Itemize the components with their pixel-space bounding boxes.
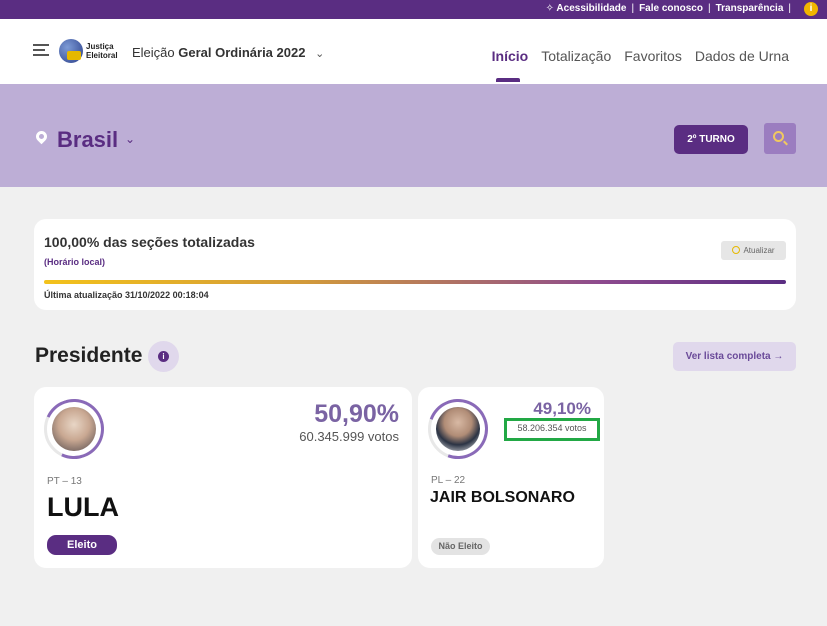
vote-count: 58.206.354 votos [504,418,600,441]
party-number: PL – 22 [431,475,466,486]
status-badge: Eleito [47,535,117,555]
globe-icon [59,39,83,63]
transparency-link[interactable]: Transparência [716,3,784,14]
candidate-photo [418,389,498,469]
turno-button[interactable]: 2º TURNO [674,125,748,154]
nav-dados-de-urna[interactable]: Dados de Urna [695,48,789,64]
site-header: Justiça Eleitoral Eleição Geral Ordinári… [0,19,827,84]
election-prefix: Eleição [132,45,175,60]
candidate-card[interactable]: 49,10% 58.206.354 votos PL – 22 JAIR BOL… [418,387,604,568]
sections-totalized: 100,00% das seções totalizadas [44,234,255,250]
logo[interactable]: Justiça Eleitoral [59,39,118,63]
separator: | [631,3,635,14]
chevron-down-icon[interactable]: ⌄ [125,132,135,146]
separator: | [707,3,711,14]
nav-totalizacao[interactable]: Totalização [541,48,611,64]
refresh-button[interactable]: Atualizar [721,241,786,260]
totalization-progress-bar [44,280,786,284]
local-time-note: (Horário local) [44,257,106,267]
chevron-down-icon: ⌄ [315,48,325,60]
candidate-card[interactable]: 50,90% 60.345.999 votos PT – 13 LULA Ele… [34,387,412,568]
menu-icon[interactable] [33,44,49,57]
refresh-icon [732,246,741,254]
candidate-name: LULA [47,492,119,522]
vote-count: 60.345.999 votos [299,429,399,444]
nav-favoritos[interactable]: Favoritos [624,48,682,64]
candidate-photo [35,390,113,468]
info-icon: i [158,351,169,362]
region-selector[interactable]: Brasil [57,127,118,153]
nav-inicio[interactable]: Início [492,48,528,82]
utility-links: ✧ Acessibilidade | Fale conosco | Transp… [546,3,791,14]
refresh-label: Atualizar [743,246,775,255]
location-pin-icon [33,128,50,145]
logo-line-2: Eleitoral [86,51,118,60]
vote-percentage: 49,10% [533,399,591,418]
section-title: Presidente [35,344,143,367]
contact-link[interactable]: Fale conosco [639,3,703,14]
party-number: PT – 13 [47,476,82,487]
search-icon [773,131,784,142]
main-nav: Início Totalização Favoritos Dados de Ur… [492,48,789,82]
separator: | [788,3,791,14]
accessibility-link-label: Acessibilidade [556,3,627,14]
logo-line-1: Justiça [86,42,114,51]
top-utility-bar: ✧ Acessibilidade | Fale conosco | Transp… [0,0,827,19]
search-button[interactable] [764,123,796,154]
election-name: Geral Ordinária 2022 [178,45,306,60]
election-selector[interactable]: Eleição Geral Ordinária 2022 ⌄ [132,45,324,60]
region-band: Brasil ⌄ 2º TURNO [0,84,827,187]
progress-fill [44,280,786,284]
vote-percentage: 50,90% [314,400,399,428]
logo-text: Justiça Eleitoral [86,42,118,60]
totalization-card: 100,00% das seções totalizadas (Horário … [34,219,796,310]
last-update: Última atualização 31/10/2022 00:18:04 [44,290,209,300]
section-info-button[interactable]: i [148,341,179,372]
full-list-button[interactable]: Ver lista completa → [673,342,796,371]
accessibility-link[interactable]: ✧ Acessibilidade [546,3,627,14]
status-badge: Não Eleito [431,538,490,555]
candidate-name: JAIR BOLSONARO [430,489,575,506]
info-icon[interactable]: i [804,2,818,16]
